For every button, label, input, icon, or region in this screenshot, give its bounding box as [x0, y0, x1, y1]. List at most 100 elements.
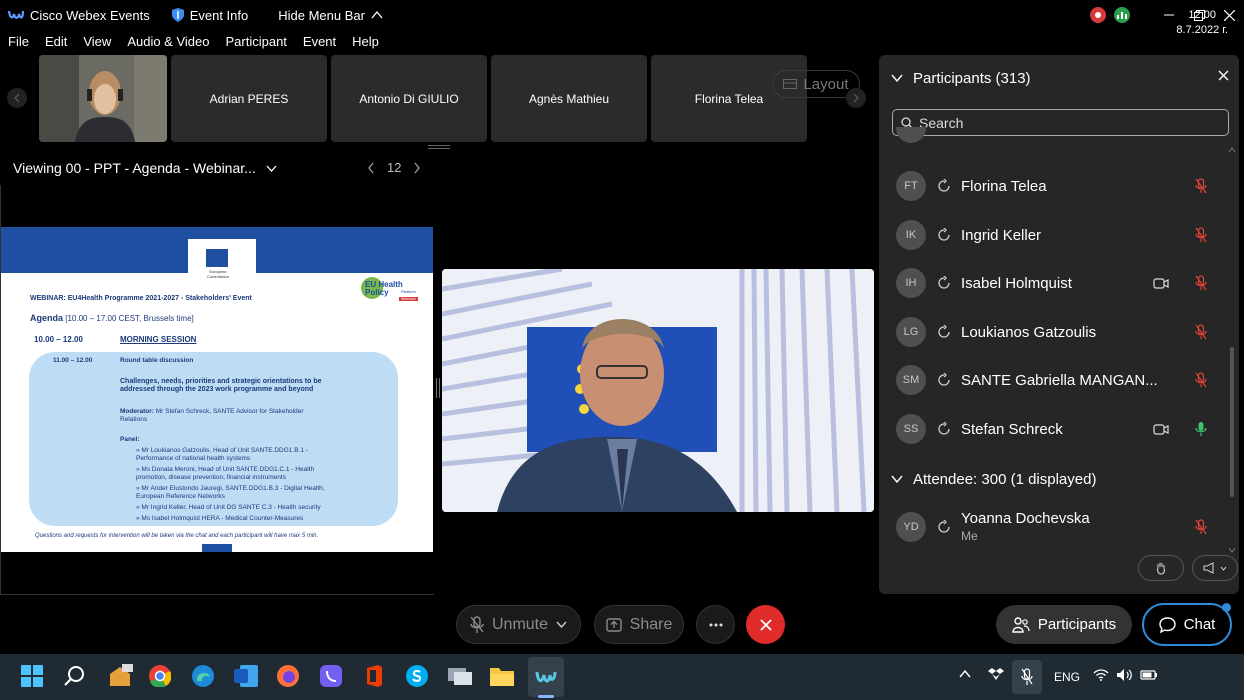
slide-panel-line: European Reference Networks [136, 493, 225, 500]
participants-panel-header: Participants (313) [879, 55, 1239, 101]
strip-prev-button[interactable] [7, 88, 27, 108]
sync-icon [938, 373, 950, 386]
recording-icon[interactable] [1090, 7, 1106, 23]
scroll-up-icon[interactable] [1228, 147, 1236, 153]
network-stats-icon[interactable] [1114, 7, 1130, 23]
video-tile[interactable]: Agnès Mathieu [491, 55, 647, 142]
avatar: YD [896, 512, 926, 542]
video-tile[interactable]: Florina Telea [651, 55, 807, 142]
menu-view[interactable]: View [83, 34, 111, 52]
video-camera-icon [1153, 423, 1169, 435]
menu-file[interactable]: File [8, 34, 29, 52]
file-explorer-icon[interactable] [490, 665, 514, 687]
leave-meeting-button[interactable] [746, 605, 785, 644]
slide-moderator-line: Relations [120, 416, 148, 423]
viber-app-icon[interactable] [320, 665, 342, 687]
scroll-down-icon[interactable] [1228, 547, 1236, 553]
microphone-muted-icon[interactable] [1195, 227, 1207, 243]
windows-start-icon[interactable] [21, 665, 43, 687]
slide-panel-line: » Mr Loukianos Gatzoulis, Head of Unit S… [136, 447, 308, 454]
microphone-muted-icon[interactable] [1021, 668, 1033, 686]
unmute-button[interactable]: Unmute [456, 605, 581, 644]
megaphone-icon [1203, 562, 1214, 574]
webex-app-icon[interactable] [535, 665, 557, 687]
participant-search-input[interactable]: Search [892, 109, 1229, 136]
participant-row[interactable]: SS Stefan Schreck [879, 409, 1229, 449]
slide-bottom-flag [202, 544, 232, 552]
microphone-muted-icon[interactable] [1195, 324, 1207, 340]
menu-audio-video[interactable]: Audio & Video [127, 34, 209, 52]
scrollbar-thumb[interactable] [1230, 347, 1234, 497]
layout-icon [783, 79, 798, 89]
shared-content-selector[interactable]: Viewing 00 - PPT - Agenda - Webinar... [13, 160, 277, 176]
dropbox-icon[interactable] [988, 668, 1004, 682]
firefox-browser-icon[interactable] [277, 665, 299, 687]
skype-app-icon[interactable] [406, 665, 428, 687]
participants-button[interactable]: Participants [996, 605, 1132, 644]
participant-row[interactable]: LG Loukianos Gatzoulis [879, 312, 1229, 352]
active-speaker-video[interactable] [442, 269, 874, 512]
participant-row[interactable]: FT Florina Telea [879, 166, 1229, 206]
slide-panel-line: » Ms Donata Meroni, Head of Unit SANTE.D… [136, 466, 315, 473]
chrome-browser-icon[interactable] [149, 665, 171, 687]
microphone-active-icon[interactable] [1195, 421, 1207, 437]
attendee-section-header[interactable]: Attendee: 300 (1 displayed) [879, 464, 1229, 494]
participants-panel: Participants (313) Search FT Florina Tel… [879, 55, 1239, 594]
microphone-muted-icon[interactable] [1195, 372, 1207, 388]
sync-icon [938, 228, 950, 241]
microphone-muted-icon[interactable] [1195, 519, 1207, 535]
file-manager-app-icon[interactable] [107, 664, 133, 688]
next-page-icon[interactable] [413, 162, 421, 174]
battery-icon[interactable] [1140, 668, 1158, 682]
strip-next-button[interactable] [846, 88, 866, 108]
participant-row[interactable]: SM SANTE Gabriella MANGAN... [879, 360, 1229, 400]
menu-event[interactable]: Event [303, 34, 336, 52]
share-button[interactable]: Share [594, 605, 684, 644]
participant-row-self[interactable]: YD Yoanna Dochevska Me [879, 507, 1229, 547]
chat-notification-badge [1222, 603, 1231, 612]
raise-hand-button[interactable] [1138, 555, 1184, 581]
wifi-icon[interactable] [1093, 669, 1109, 681]
input-language[interactable]: ENG [1054, 654, 1080, 700]
chevron-down-icon[interactable] [556, 621, 567, 628]
participant-name: Yoanna Dochevska [961, 510, 1090, 527]
app-title: Cisco Webex Events [30, 7, 150, 23]
split-resize-handle[interactable] [436, 378, 440, 398]
show-hidden-icons-icon[interactable] [959, 670, 971, 678]
taskbar-clock[interactable]: 12:00 8.7.2022 г. [1176, 8, 1228, 38]
microphone-muted-icon [470, 615, 484, 633]
event-info-button[interactable]: Event Info [171, 8, 248, 23]
microphone-muted-icon[interactable] [1195, 275, 1207, 291]
close-panel-icon[interactable] [1218, 70, 1229, 81]
video-tile[interactable]: Antonio Di GIULIO [331, 55, 487, 142]
microphone-muted-icon[interactable] [1195, 178, 1207, 194]
participant-scrollbar[interactable] [1228, 147, 1236, 553]
participant-name: Stefan Schreck [961, 420, 1063, 438]
self-video-tile[interactable] [39, 55, 167, 142]
participant-row[interactable]: IK Ingrid Keller [879, 215, 1229, 255]
more-options-button[interactable] [696, 605, 735, 644]
collapse-chevron-icon[interactable] [891, 74, 903, 82]
menu-participant[interactable]: Participant [225, 34, 286, 52]
search-icon[interactable] [64, 665, 86, 687]
word-app-icon[interactable] [234, 665, 258, 687]
prev-page-icon[interactable] [367, 162, 375, 174]
resize-handle[interactable] [428, 145, 450, 149]
sync-icon [938, 179, 950, 192]
webex-logo-icon [8, 10, 24, 19]
menu-edit[interactable]: Edit [45, 34, 67, 52]
remote-desktop-icon[interactable] [448, 665, 472, 687]
slide-challenges-line: Challenges, needs, priorities and strate… [120, 378, 322, 385]
menu-help[interactable]: Help [352, 34, 379, 52]
chat-button[interactable]: Chat [1142, 603, 1232, 646]
participant-name: Florina Telea [961, 177, 1047, 195]
attendee-actions-button[interactable] [1192, 555, 1238, 581]
volume-icon[interactable] [1116, 668, 1132, 682]
hide-menu-bar-button[interactable]: Hide Menu Bar [278, 8, 383, 23]
video-tile[interactable]: Adrian PERES [171, 55, 327, 142]
edge-browser-icon[interactable] [192, 665, 214, 687]
participants-icon [1012, 616, 1030, 633]
office-app-icon[interactable] [364, 665, 384, 687]
participant-row[interactable]: IH Isabel Holmquist [879, 263, 1229, 303]
chevron-down-icon [266, 165, 277, 172]
